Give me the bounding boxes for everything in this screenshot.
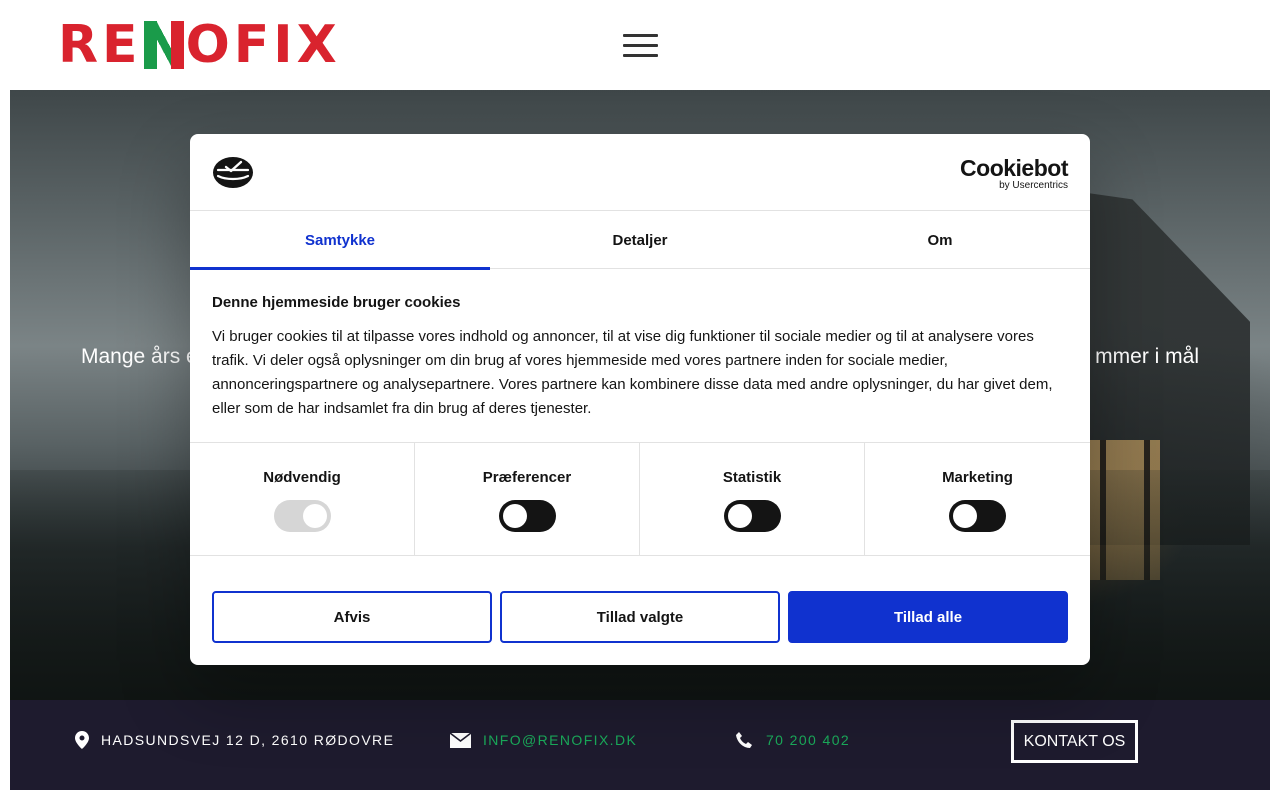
tab-detaljer[interactable]: Detaljer [490, 211, 790, 269]
toggle-marketing-label: Marketing [942, 469, 1013, 486]
contact-phone[interactable]: 70 200 402 [735, 700, 850, 780]
logo-n-mark-icon [143, 21, 184, 69]
necessary-switch [273, 500, 331, 532]
dialog-title: Denne hjemmeside bruger cookies [212, 294, 461, 311]
toggle-necessary: Nødvendig [190, 443, 415, 556]
contact-address: HADSUNDSVEJ 12 D, 2610 RØDOVRE [75, 700, 394, 780]
contact-bar: HADSUNDSVEJ 12 D, 2610 RØDOVRE INFO@RENO… [10, 700, 1270, 790]
dialog-buttons: Afvis Tillad valgte Tillad alle [212, 591, 1068, 643]
contact-email[interactable]: INFO@RENOFIX.DK [450, 700, 637, 780]
cookiebot-logo-icon [212, 156, 254, 189]
cookie-consent-dialog: Cookiebot by Usercentrics Samtykke Detal… [190, 134, 1090, 665]
toggle-statistics-label: Statistik [722, 469, 782, 486]
preferences-switch[interactable] [498, 500, 556, 532]
consent-toggles: Nødvendig Præferencer Statistik Marketin… [190, 442, 1090, 556]
statistics-switch[interactable] [723, 500, 781, 532]
kontakt-os-button[interactable]: KONTAKT OS [1011, 720, 1138, 763]
allow-selected-button[interactable]: Tillad valgte [500, 591, 780, 643]
envelope-icon [450, 732, 471, 748]
dialog-body: Denne hjemmeside bruger cookies Vi bruge… [212, 294, 1068, 421]
contact-address-text: HADSUNDSVEJ 12 D, 2610 RØDOVRE [101, 732, 395, 748]
contact-email-link[interactable]: INFO@RENOFIX.DK [483, 732, 637, 748]
dialog-description: Vi bruger cookies til at tilpasse vores … [212, 328, 1053, 417]
cookiebot-brand-by: by Usercentrics [999, 180, 1068, 191]
hamburger-icon[interactable] [623, 34, 658, 58]
hero-text-left: Mange års e [81, 345, 198, 368]
contact-phone-link[interactable]: 70 200 402 [766, 732, 850, 748]
tab-om[interactable]: Om [790, 211, 1090, 269]
logo-text-post: OFIX [185, 15, 341, 75]
toggle-preferences-label: Præferencer [482, 469, 572, 486]
toggle-statistics: Statistik [640, 443, 865, 556]
deny-button[interactable]: Afvis [212, 591, 492, 643]
marketing-switch[interactable] [949, 500, 1006, 532]
phone-icon [735, 731, 754, 750]
toggle-preferences: Præferencer [415, 443, 640, 556]
toggle-necessary-label: Nødvendig [263, 469, 341, 486]
cookiebot-brand-name: Cookiebot [960, 155, 1068, 181]
dialog-tabs: Samtykke Detaljer Om [190, 211, 1090, 270]
dialog-header: Cookiebot by Usercentrics [190, 134, 1090, 211]
tab-samtykke[interactable]: Samtykke [190, 211, 490, 270]
renofix-logo[interactable]: RE OFIX [58, 15, 341, 75]
map-pin-icon [75, 731, 89, 749]
hero-text-right: mmer i mål [1095, 345, 1199, 368]
allow-all-button[interactable]: Tillad alle [788, 591, 1068, 643]
cookiebot-brand[interactable]: Cookiebot by Usercentrics [960, 156, 1068, 192]
logo-text-pre: RE [58, 15, 142, 75]
site-header: RE OFIX [0, 0, 1280, 90]
toggle-marketing: Marketing [865, 443, 1090, 556]
